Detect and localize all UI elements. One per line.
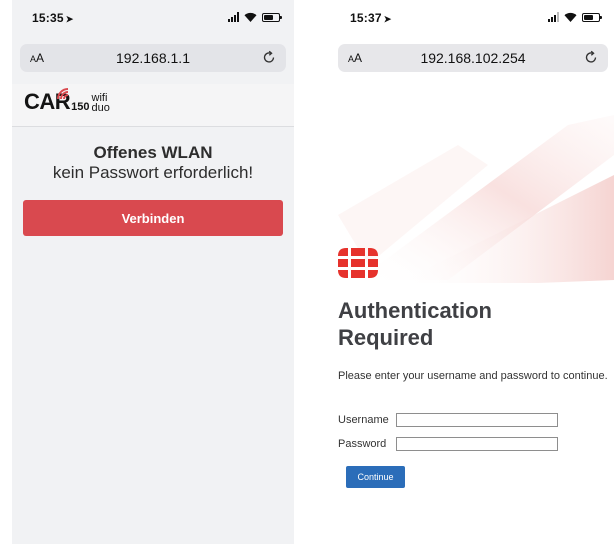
page-subheading: kein Passwort erforderlich! <box>52 163 254 182</box>
battery-icon <box>582 12 602 22</box>
wifi-status-icon <box>244 12 257 22</box>
continue-button[interactable]: Continue <box>346 466 405 488</box>
site-header: CAR 150 wifi duo <box>12 84 294 127</box>
phone-screen-right: 15:37 ➤ AA 192.168.102.254 Authenticatio… <box>330 0 614 544</box>
logo-duo-text: duo <box>91 102 110 114</box>
title-line-1: Authentication <box>338 298 492 323</box>
wifi-signal-icon <box>57 88 69 100</box>
password-input[interactable] <box>396 437 558 451</box>
instructions-text: Please enter your username and password … <box>338 370 608 382</box>
page-title: Authentication Required <box>338 297 492 351</box>
password-row: Password <box>338 437 558 451</box>
phone-screen-left: 15:35 ➤ AA 192.168.1.1 CAR 150 wifi duo O… <box>12 0 294 544</box>
signal-icon <box>548 12 559 22</box>
address-bar[interactable]: AA 192.168.102.254 <box>338 44 608 72</box>
wifi-status-icon <box>564 12 577 22</box>
status-time: 15:37 ➤ <box>350 11 391 25</box>
title-line-2: Required <box>338 325 434 350</box>
location-arrow-icon: ➤ <box>65 14 74 24</box>
status-icons <box>548 12 602 22</box>
status-time: 15:35 ➤ <box>32 11 73 25</box>
password-label: Password <box>338 438 387 450</box>
username-label: Username <box>338 414 389 426</box>
fortinet-logo-icon <box>338 248 378 278</box>
status-bar: 15:35 ➤ <box>12 0 294 34</box>
url-text: 192.168.1.1 <box>116 50 190 66</box>
status-bar: 15:37 ➤ <box>330 0 614 34</box>
location-arrow-icon: ➤ <box>383 14 392 24</box>
reload-icon[interactable] <box>583 49 599 65</box>
logo-wifi-duo: wifi duo <box>90 93 110 114</box>
connect-button[interactable]: Verbinden <box>23 200 283 236</box>
battery-icon <box>262 12 282 22</box>
status-icons <box>228 12 282 22</box>
page-heading: Offenes WLAN <box>93 143 213 162</box>
reload-icon[interactable] <box>261 49 277 65</box>
username-input[interactable] <box>396 413 558 427</box>
signal-icon <box>228 12 239 22</box>
status-time-text: 15:37 <box>350 11 382 25</box>
car150-wifi-duo-logo: CAR 150 wifi duo <box>24 88 110 114</box>
username-row: Username <box>338 413 558 427</box>
background-swoosh-graphic <box>338 115 614 283</box>
url-text: 192.168.102.254 <box>420 50 526 66</box>
logo-number: 150 <box>71 101 90 113</box>
address-bar[interactable]: AA 192.168.1.1 <box>20 44 286 72</box>
status-time-text: 15:35 <box>32 11 64 25</box>
